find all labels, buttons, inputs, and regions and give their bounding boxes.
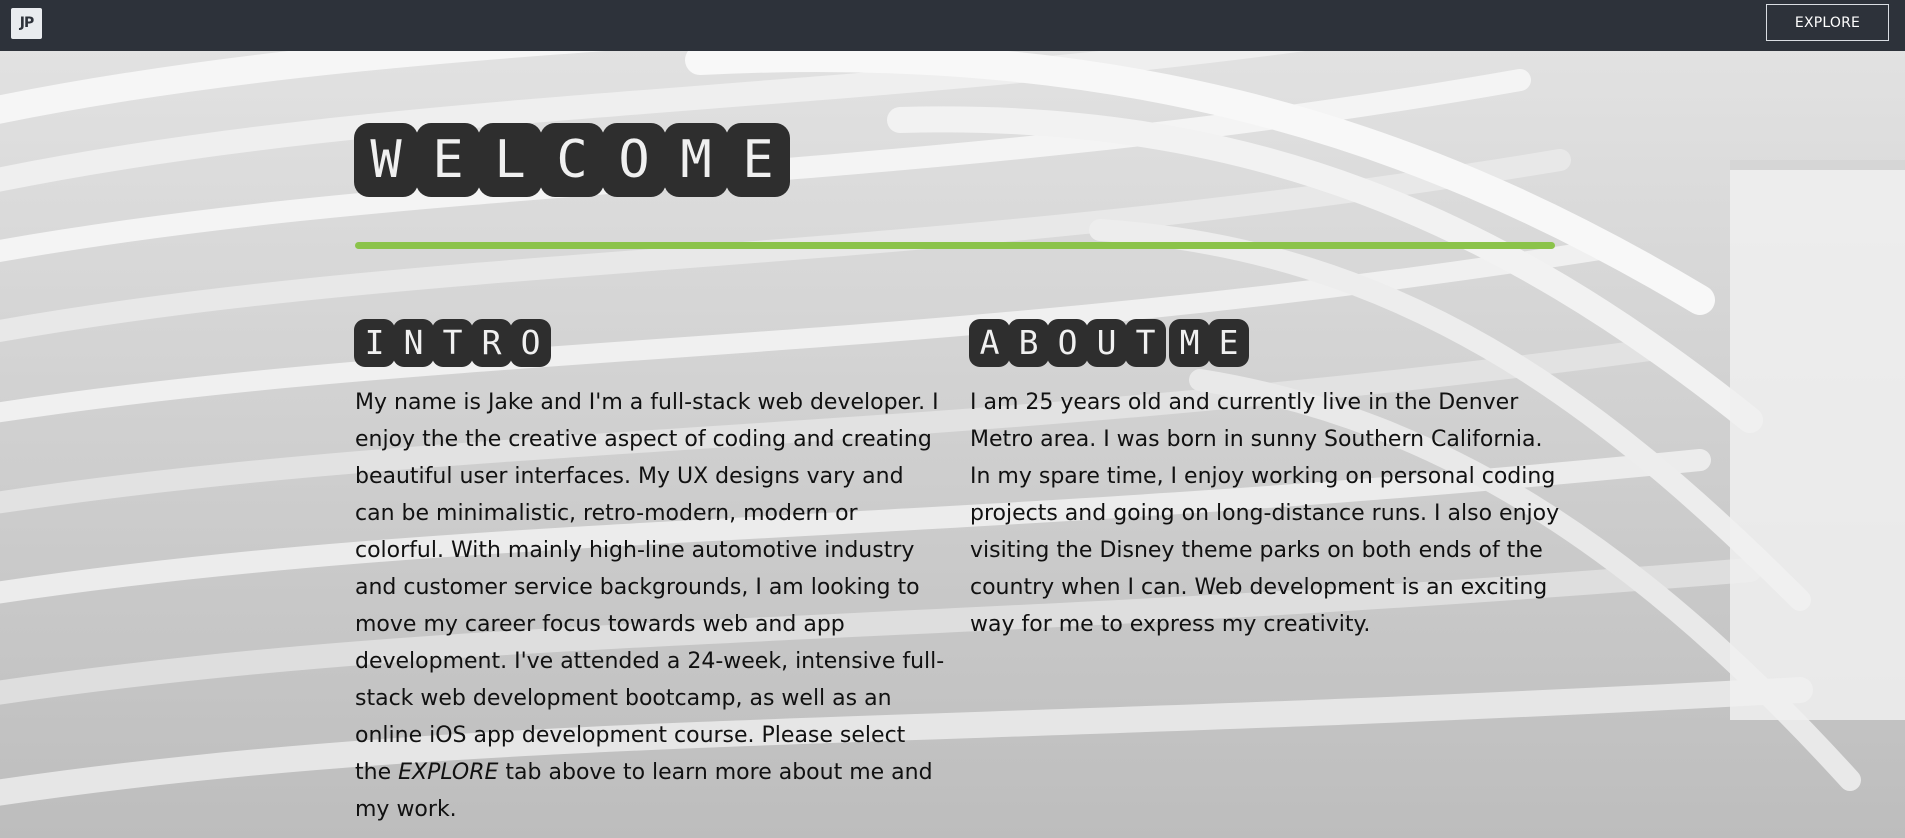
top-navbar: JP EXPLORE [0,0,1905,51]
explore-emphasis: EXPLORE [398,760,499,785]
intro-heading: I N T R O [355,320,550,366]
welcome-letter-tile: L [479,124,541,196]
about-letter-tile: M [1170,320,1209,366]
welcome-letter-tile: C [541,124,603,196]
intro-letter-tile: R [472,320,511,366]
intro-letter-tile: O [511,320,550,366]
welcome-letter-tile: E [417,124,479,196]
about-paragraph: I am 25 years old and currently live in … [970,390,1560,637]
about-letter-tile: B [1009,320,1048,366]
about-heading: A B O U T M E [970,320,1248,366]
about-letter-tile: O [1048,320,1087,366]
main-content: W E L C O M E I N T R O A B O U T M E My… [0,0,1905,838]
intro-letter-tile: T [433,320,472,366]
about-letter-tile: A [970,320,1009,366]
welcome-letter-tile: W [355,124,417,196]
about-letter-tile: T [1126,320,1165,366]
divider-rule [355,242,1555,249]
site-logo[interactable]: JP [11,8,42,39]
welcome-letter-tile: E [727,124,789,196]
intro-letter-tile: I [355,320,394,366]
welcome-letter-tile: O [603,124,665,196]
intro-letter-tile: N [394,320,433,366]
intro-text-start: My name is Jake and I'm a full-stack web… [355,390,945,785]
welcome-letter-tile: M [665,124,727,196]
welcome-title: W E L C O M E [355,124,789,196]
about-letter-tile: E [1209,320,1248,366]
explore-button[interactable]: EXPLORE [1766,4,1889,41]
about-letter-tile: U [1087,320,1126,366]
intro-paragraph: My name is Jake and I'm a full-stack web… [355,384,945,828]
